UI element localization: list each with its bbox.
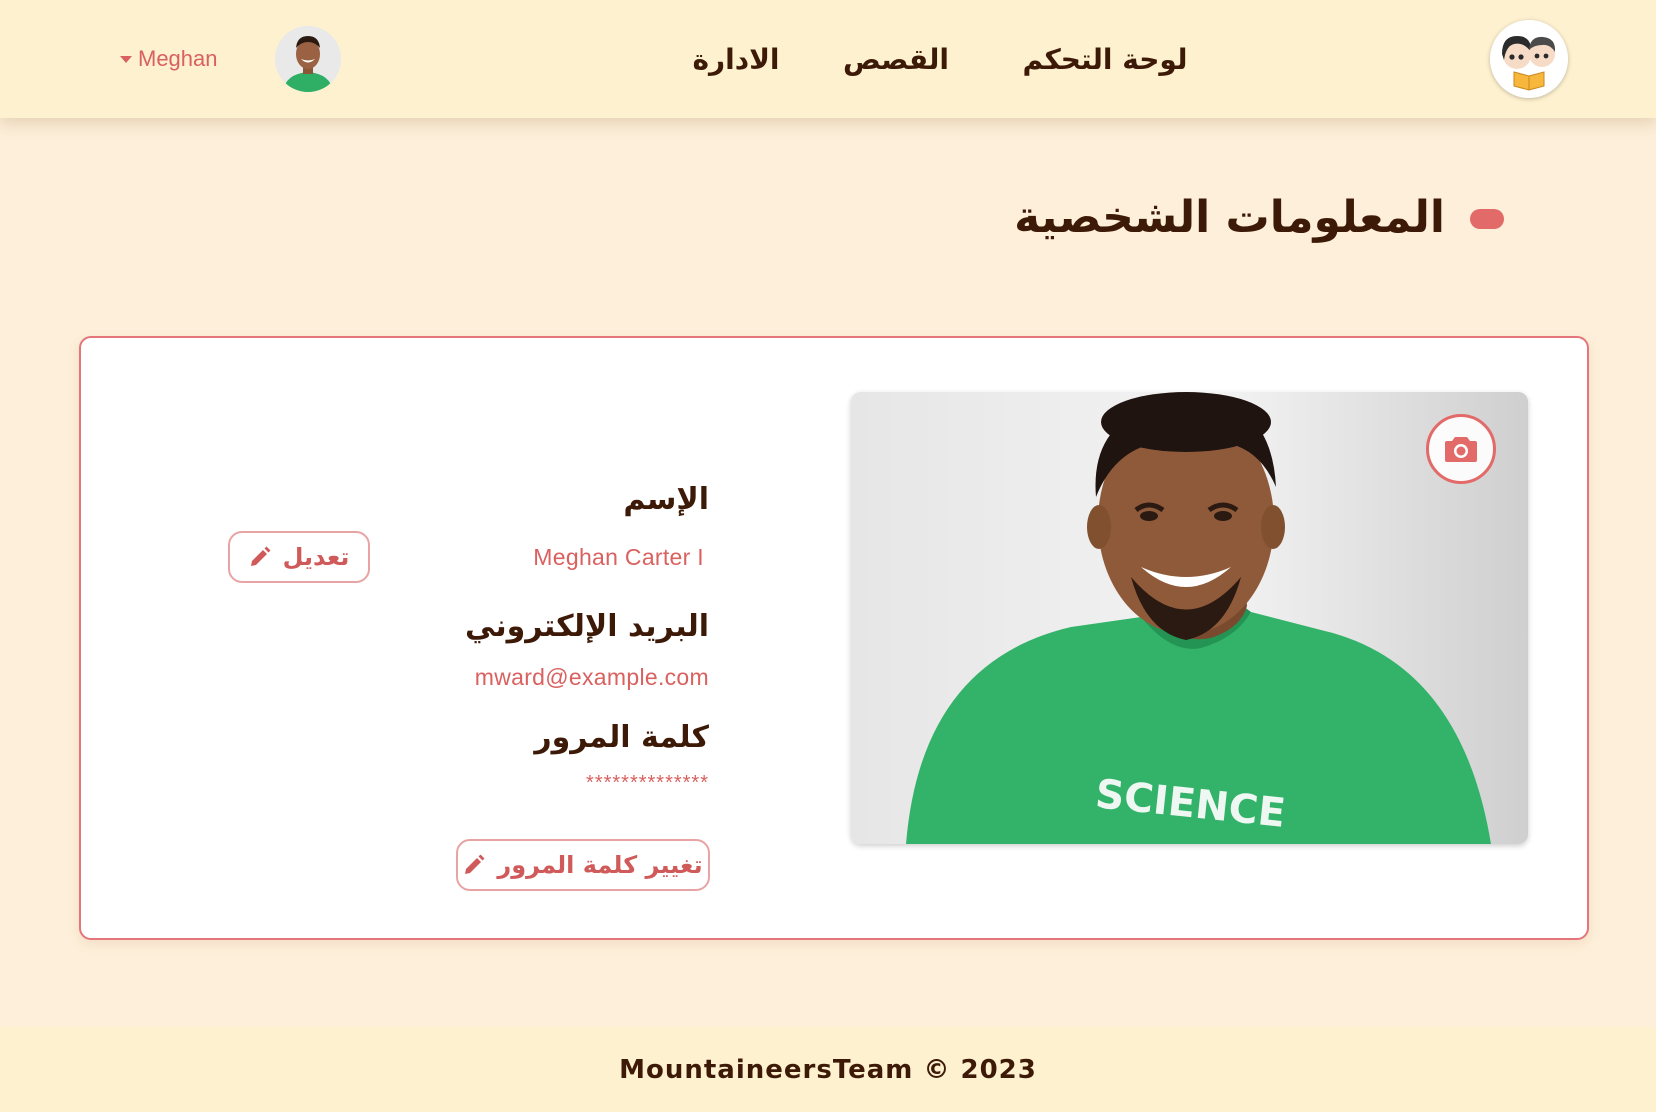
footer: MountaineersTeam © 2023 [0,1027,1656,1112]
top-navbar: Meghan لوحة التحكم القصص الادارة [0,0,1656,118]
password-value: ************** [586,772,709,794]
nav-dashboard[interactable]: لوحة التحكم [1020,38,1190,82]
caret-down-icon [120,55,132,63]
title-decoration [1470,209,1504,229]
edit-name-button[interactable]: تعديل [228,531,370,583]
pencil-icon [465,854,485,874]
user-avatar[interactable] [275,26,341,92]
page-title: المعلومات الشخصية [1014,192,1445,243]
app-logo[interactable] [1490,20,1568,98]
nav-stories[interactable]: القصص [838,38,954,82]
email-value: mward@example.com [474,664,709,690]
footer-copyright: MountaineersTeam © 2023 [619,1054,1037,1085]
camera-icon [1445,437,1477,462]
profile-photo: SCIENCE [851,392,1528,844]
nav-admin[interactable]: الادارة [676,38,796,82]
user-name: Meghan [138,46,218,71]
user-menu-dropdown[interactable]: Meghan [120,44,218,74]
password-label: كلمة المرور [534,720,709,755]
pencil-icon [250,546,271,566]
edit-button-label: تعديل [282,543,350,571]
change-password-label: تغيير كلمة المرور [497,851,703,879]
change-password-button[interactable]: تغيير كلمة المرور [456,839,710,891]
name-value: Meghan Carter I [533,544,704,570]
change-photo-button[interactable] [1426,414,1496,484]
email-label: البريد الإلكتروني [465,609,709,644]
name-label: الإسم [623,482,709,517]
